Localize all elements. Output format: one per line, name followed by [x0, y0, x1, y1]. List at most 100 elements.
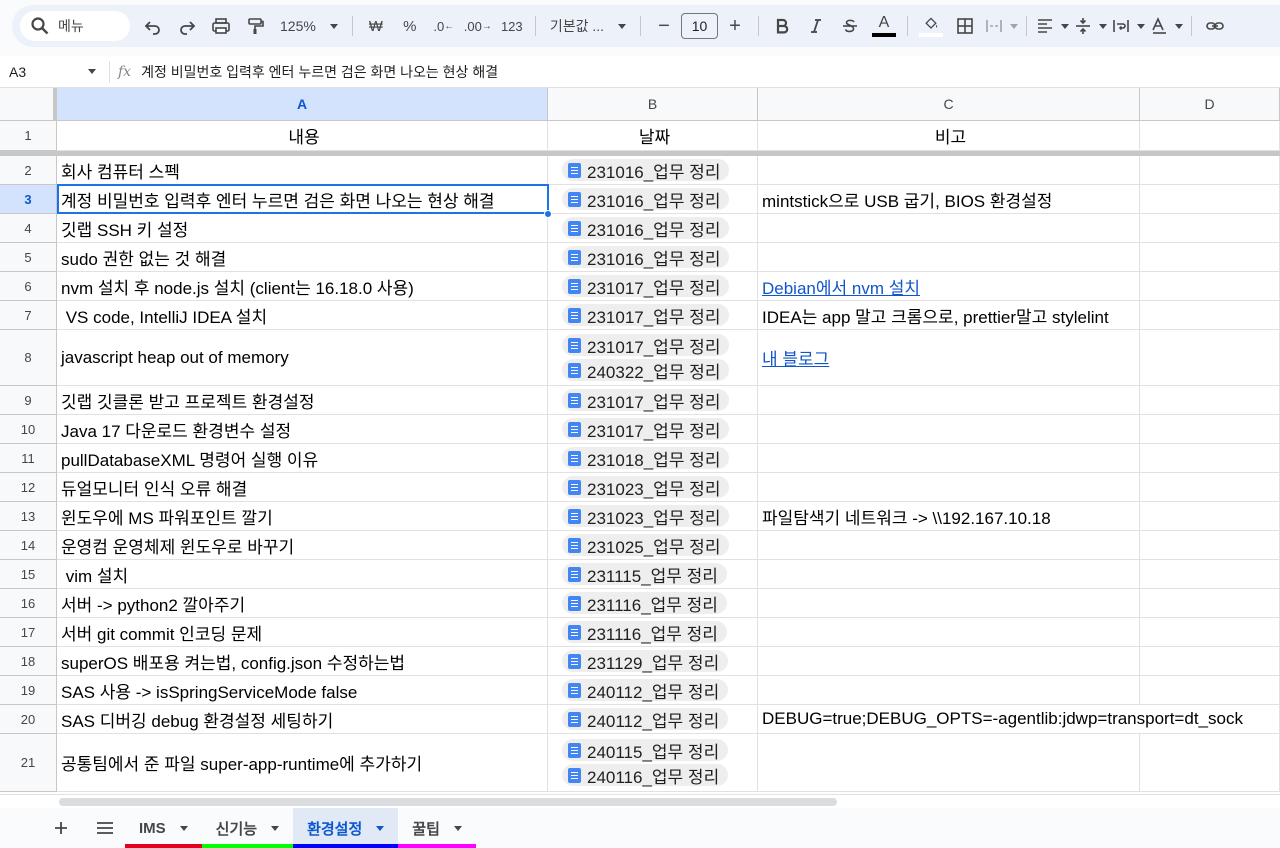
doc-chip[interactable]: 240116_업무 정리: [562, 764, 729, 787]
column-header-a[interactable]: A: [57, 88, 548, 121]
row-header[interactable]: 15: [0, 560, 57, 589]
doc-chip[interactable]: 240322_업무 정리: [562, 359, 730, 382]
print-button[interactable]: [206, 11, 236, 41]
cell-note[interactable]: mintstick으로 USB 굽기, BIOS 환경설정: [758, 185, 1140, 214]
doc-chip[interactable]: 231116_업무 정리: [562, 621, 727, 644]
doc-chip[interactable]: 231129_업무 정리: [562, 650, 729, 673]
cell-c-header[interactable]: 비고: [758, 121, 1140, 151]
cell-note[interactable]: DEBUG=true;DEBUG_OPTS=-agentlib:jdwp=tra…: [758, 705, 1243, 734]
chevron-down-icon[interactable]: [453, 825, 462, 831]
cell-note[interactable]: [758, 473, 1140, 502]
cell-content[interactable]: 회사 컴퓨터 스펙: [57, 156, 548, 185]
cell-content[interactable]: 윈도우에 MS 파워포인트 깔기: [57, 502, 548, 531]
cell-content[interactable]: sudo 권한 없는 것 해결: [57, 243, 548, 272]
spreadsheet-grid[interactable]: A B C D 1 내용 날짜 비고 2 회사 컴퓨터 스펙 231016_업무 정리 3 계정 비밀번…: [0, 88, 1280, 794]
cell-empty[interactable]: [1140, 185, 1280, 214]
cell-empty[interactable]: [1140, 156, 1280, 185]
font-size-input[interactable]: 10: [681, 13, 719, 39]
row-header[interactable]: 6: [0, 272, 57, 301]
cell-date[interactable]: 231017_업무 정리: [548, 386, 758, 415]
text-color-button[interactable]: A: [869, 11, 899, 41]
cell-empty[interactable]: [1140, 301, 1280, 330]
doc-chip[interactable]: 231116_업무 정리: [562, 592, 727, 615]
increase-decimal-button[interactable]: .00 →: [463, 11, 493, 41]
cell-content[interactable]: 깃랩 깃클론 받고 프로젝트 환경설정: [57, 386, 548, 415]
name-box[interactable]: A3: [0, 56, 105, 88]
cell-date[interactable]: 231017_업무 정리: [548, 415, 758, 444]
doc-chip[interactable]: 240115_업무 정리: [562, 739, 729, 762]
cell-date[interactable]: 240112_업무 정리: [548, 705, 758, 734]
cell-date[interactable]: 240112_업무 정리: [548, 676, 758, 705]
sheet-tab[interactable]: 환경설정: [293, 808, 399, 848]
row-header[interactable]: 20: [0, 705, 57, 734]
cell-empty[interactable]: [1140, 502, 1280, 531]
cell-date[interactable]: 231018_업무 정리: [548, 444, 758, 473]
cell-date[interactable]: 231115_업무 정리: [548, 560, 758, 589]
fill-handle[interactable]: [544, 210, 552, 218]
row-header[interactable]: 11: [0, 444, 57, 473]
text-wrapping-button[interactable]: [1111, 11, 1146, 41]
cell-note[interactable]: [758, 531, 1140, 560]
font-family-select[interactable]: 기본값 ...: [544, 11, 632, 41]
column-header-d[interactable]: D: [1140, 88, 1280, 121]
cell-date[interactable]: 231116_업무 정리: [548, 589, 758, 618]
cell-date[interactable]: 231023_업무 정리: [548, 502, 758, 531]
menu-search[interactable]: 메뉴: [20, 11, 130, 41]
cell-empty[interactable]: [1140, 243, 1280, 272]
row-header[interactable]: 1: [0, 121, 57, 151]
cell-empty[interactable]: [1140, 647, 1280, 676]
cell-content[interactable]: vim 설치: [57, 560, 548, 589]
doc-chip[interactable]: 231016_업무 정리: [562, 217, 730, 240]
cell-content[interactable]: VS code, IntelliJ IDEA 설치: [57, 301, 548, 330]
chevron-down-icon[interactable]: [271, 825, 280, 831]
cell-empty[interactable]: [1140, 531, 1280, 560]
doc-chip[interactable]: 231016_업무 정리: [562, 246, 730, 269]
italic-button[interactable]: [801, 11, 831, 41]
cell-date[interactable]: 231017_업무 정리 240322_업무 정리: [548, 330, 758, 386]
cell-content[interactable]: 운영컴 운영체제 윈도우로 바꾸기: [57, 531, 548, 560]
column-header-c[interactable]: C: [758, 88, 1140, 121]
all-sheets-button[interactable]: [89, 812, 121, 844]
increase-font-size-button[interactable]: +: [720, 11, 750, 41]
text-rotation-button[interactable]: [1149, 11, 1184, 41]
cell-note[interactable]: [758, 444, 1140, 473]
row-header[interactable]: 5: [0, 243, 57, 272]
cell-date[interactable]: 231016_업무 정리: [548, 243, 758, 272]
cell-date[interactable]: 231023_업무 정리: [548, 473, 758, 502]
cell-content[interactable]: 듀얼모니터 인식 오류 해결: [57, 473, 548, 502]
add-sheet-button[interactable]: [45, 812, 77, 844]
bold-button[interactable]: [767, 11, 797, 41]
doc-chip[interactable]: 231115_업무 정리: [562, 563, 727, 586]
cell-content[interactable]: 공통팀에서 준 파일 super-app-runtime에 추가하기: [57, 734, 548, 792]
cell-date[interactable]: 231129_업무 정리: [548, 647, 758, 676]
scrollbar-thumb[interactable]: [59, 798, 837, 806]
cell-content[interactable]: 깃랩 SSH 키 설정: [57, 214, 548, 243]
doc-chip[interactable]: 231018_업무 정리: [562, 447, 730, 470]
percent-format-button[interactable]: %: [395, 11, 425, 41]
cell-note[interactable]: [758, 676, 1140, 705]
cell-date[interactable]: 240115_업무 정리 240116_업무 정리: [548, 734, 758, 792]
cell-note[interactable]: [758, 386, 1140, 415]
chevron-down-icon[interactable]: [179, 825, 188, 831]
select-all-corner[interactable]: [0, 88, 57, 121]
row-header[interactable]: 4: [0, 214, 57, 243]
vertical-align-button[interactable]: [1073, 11, 1108, 41]
horizontal-scrollbar[interactable]: [0, 794, 1280, 808]
doc-chip[interactable]: 231016_업무 정리: [562, 159, 730, 182]
cell-content[interactable]: Java 17 다운로드 환경변수 설정: [57, 415, 548, 444]
row-header[interactable]: 12: [0, 473, 57, 502]
cell-date[interactable]: 231017_업무 정리: [548, 272, 758, 301]
frozen-row-divider[interactable]: [0, 151, 1280, 156]
row-header[interactable]: 2: [0, 156, 57, 185]
decrease-font-size-button[interactable]: −: [649, 11, 679, 41]
cell-content[interactable]: pullDatabaseXML 명령어 실행 이유: [57, 444, 548, 473]
cell-note[interactable]: [758, 156, 1140, 185]
undo-button[interactable]: [138, 11, 168, 41]
cell-content[interactable]: 계정 비밀번호 입력후 엔터 누르면 검은 화면 나오는 현상 해결: [57, 185, 548, 214]
row-header[interactable]: 16: [0, 589, 57, 618]
redo-button[interactable]: [172, 11, 202, 41]
cell-note[interactable]: 내 블로그: [758, 330, 1140, 386]
cell-note[interactable]: 파일탐색기 네트워크 -> \\192.167.10.18: [758, 502, 1140, 531]
row-header[interactable]: 7: [0, 301, 57, 330]
cell-content[interactable]: SAS 디버깅 debug 환경설정 세팅하기: [57, 705, 548, 734]
